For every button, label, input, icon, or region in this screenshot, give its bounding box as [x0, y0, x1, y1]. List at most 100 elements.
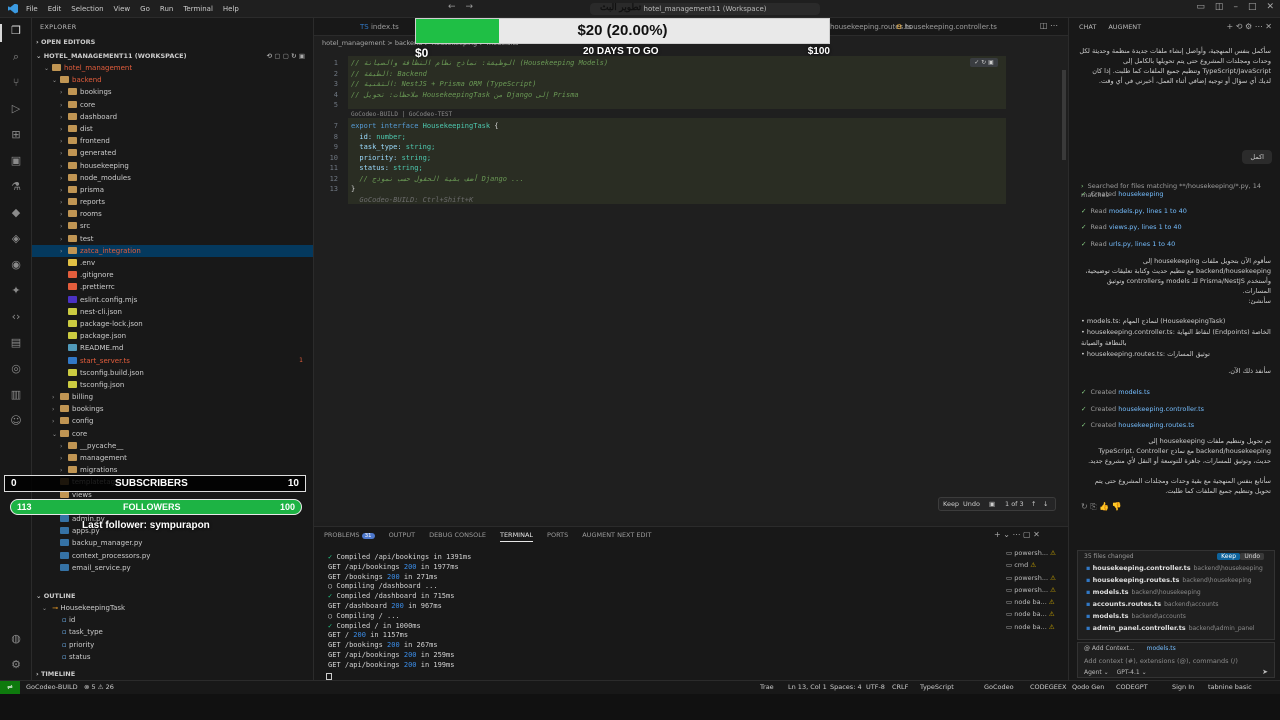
outline-root[interactable]: ⌄ ⊸ HousekeepingTask	[32, 602, 313, 614]
menu-view[interactable]: View	[114, 5, 131, 13]
tree-item[interactable]: › frontend	[32, 135, 313, 147]
menu-terminal[interactable]: Terminal	[183, 5, 213, 13]
docker-icon[interactable]: ▤	[8, 336, 24, 350]
remote-icon[interactable]: ⇌	[0, 681, 20, 694]
gitlens-icon[interactable]: ◉	[8, 258, 24, 272]
tree-item[interactable]: › config	[32, 415, 313, 427]
terminal-instance[interactable]: ▭ powersh... ⚠	[1006, 572, 1068, 584]
feedback-icons[interactable]: ↻ ⎘ 👍 👎	[1081, 502, 1122, 512]
tree-item[interactable]: package-lock.json	[32, 318, 313, 330]
forward-arrow-icon[interactable]: →	[466, 2, 474, 12]
status-gocodeo[interactable]: GoCodeo	[984, 681, 1014, 694]
tab-debug-console[interactable]: DEBUG CONSOLE	[429, 531, 486, 542]
tree-item[interactable]: .gitignore	[32, 269, 313, 281]
status-tabnine[interactable]: tabnine basic	[1208, 681, 1252, 694]
code-editor[interactable]: 1// الوظيفة: نماذج نظام النظافة والصيانة…	[314, 50, 1068, 522]
python-icon[interactable]: ◆	[8, 206, 24, 220]
diff-icon[interactable]: ▣	[989, 498, 995, 510]
tree-item[interactable]: › reports	[32, 196, 313, 208]
explorer-actions-icons[interactable]: ⟲ ▢ ▢ ↻ ▣	[267, 50, 305, 62]
changed-file[interactable]: ▪ models.ts backend\accounts	[1078, 610, 1274, 622]
send-icon[interactable]: ➤	[1262, 668, 1268, 676]
terminal-instance[interactable]: ▭ node ba... ⚠	[1006, 621, 1068, 633]
timeline-header[interactable]: › TIMELINE	[32, 668, 313, 680]
tree-item[interactable]: › __pycache__	[32, 440, 313, 452]
menu-go[interactable]: Go	[140, 5, 150, 13]
gocodeo-icon[interactable]: ✦	[8, 284, 24, 298]
tree-item[interactable]: › prisma	[32, 184, 313, 196]
explorer-icon[interactable]: ❐	[8, 24, 24, 38]
tree-item[interactable]: › dist	[32, 123, 313, 135]
codelens[interactable]: GoCodeo-BUILD | GoCodeo-TEST	[351, 110, 452, 121]
status-encoding[interactable]: UTF-8	[866, 681, 885, 694]
undo-button[interactable]: Undo	[963, 498, 980, 510]
layout-split-icon[interactable]: ◫	[1215, 2, 1224, 12]
status-position[interactable]: Ln 13, Col 1	[788, 681, 827, 694]
tree-item[interactable]: context_processors.py	[32, 550, 313, 562]
workspace-section[interactable]: ⌄ HOTEL_MANAGEMENT11 (WORKSPACE) ⟲ ▢ ▢ ↻…	[32, 50, 313, 62]
tree-item[interactable]: › bookings	[32, 86, 313, 98]
close-icon[interactable]: ✕	[1266, 2, 1274, 12]
tree-item[interactable]: › src	[32, 220, 313, 232]
tree-item[interactable]: tsconfig.json	[32, 379, 313, 391]
tree-item[interactable]: package.json	[32, 330, 313, 342]
outline-header[interactable]: ⌄ OUTLINE	[32, 590, 313, 602]
search-icon[interactable]: ⌕	[8, 50, 24, 64]
changed-file[interactable]: ▪ housekeeping.controller.ts backend\hous…	[1078, 562, 1274, 574]
tab-housekeeping-controller[interactable]: ⚙ housekeeping.controller.ts	[896, 18, 997, 36]
smile-icon[interactable]: ☺	[8, 414, 24, 428]
terminal-instance[interactable]: ▭ powersh... ⚠	[1006, 584, 1068, 596]
outline-item[interactable]: ▫ task_type	[32, 626, 313, 638]
tree-item[interactable]: › housekeeping	[32, 160, 313, 172]
minimize-icon[interactable]: –	[1233, 2, 1238, 12]
editor-actions-icons[interactable]: ◫ ⋯	[1040, 21, 1058, 30]
tree-item[interactable]: start_server.ts 1	[32, 355, 313, 367]
tab-augment-next-edit[interactable]: AUGMENT NEXT EDIT	[582, 531, 651, 542]
tree-item[interactable]: › core	[32, 99, 313, 111]
tree-item[interactable]: .prettierrc	[32, 281, 313, 293]
testing-icon[interactable]: ⚗	[8, 180, 24, 194]
changed-file[interactable]: ▪ accounts.routes.ts backend\accounts	[1078, 598, 1274, 610]
inline-diff-actions[interactable]: ✓ ↻ ▣	[970, 58, 998, 67]
chat-icon[interactable]: ◎	[8, 362, 24, 376]
tree-item[interactable]: tsconfig.build.json	[32, 367, 313, 379]
tree-item[interactable]: › dashboard	[32, 111, 313, 123]
outline-item[interactable]: ▫ priority	[32, 639, 313, 651]
extensions-icon[interactable]: ⊞	[8, 128, 24, 142]
tab-index[interactable]: TS index.ts	[360, 18, 399, 36]
tree-item[interactable]: ⌄ hotel_management	[32, 62, 313, 74]
settings-gear-icon[interactable]: ⚙	[8, 658, 24, 672]
tab-output[interactable]: OUTPUT	[389, 531, 416, 542]
mode-selector[interactable]: Agent ⌄ GPT-4.1 ⌄	[1084, 669, 1147, 676]
tab-problems[interactable]: PROBLEMS 31	[324, 531, 375, 542]
remote-explorer-icon[interactable]: ▣	[8, 154, 24, 168]
outline-item[interactable]: ▫ status	[32, 651, 313, 663]
scrollbar[interactable]	[1062, 70, 1066, 160]
changed-file[interactable]: ▪ models.ts backend\housekeeping	[1078, 586, 1274, 598]
tab-ports[interactable]: PORTS	[547, 531, 568, 542]
undo-all-button[interactable]: Undo	[1240, 553, 1264, 560]
status-spaces[interactable]: Spaces: 4	[830, 681, 862, 694]
tree-item[interactable]: email_service.py	[32, 562, 313, 574]
tree-item[interactable]: › bookings	[32, 403, 313, 415]
menu-help[interactable]: Help	[223, 5, 239, 13]
status-eol[interactable]: CRLF	[892, 681, 908, 694]
status-branch[interactable]: GoCodeo-BUILD	[26, 681, 78, 694]
status-language[interactable]: TypeScript	[920, 681, 954, 694]
status-trae[interactable]: Trae	[760, 681, 774, 694]
layout-icon[interactable]: ▭	[1196, 2, 1205, 12]
tab-chat[interactable]: CHAT	[1079, 23, 1096, 31]
maximize-icon[interactable]: □	[1248, 2, 1257, 12]
arrow-down-icon[interactable]: ↓	[1043, 498, 1048, 510]
run-debug-icon[interactable]: ▷	[8, 102, 24, 116]
terminal-instance[interactable]: ▭ node ba... ⚠	[1006, 608, 1068, 620]
tree-item[interactable]: › test	[32, 233, 313, 245]
menu-edit[interactable]: Edit	[48, 5, 62, 13]
changed-file[interactable]: ▪ admin_panel.controller.ts backend\admin…	[1078, 622, 1274, 634]
tree-item[interactable]: › management	[32, 452, 313, 464]
code-icon[interactable]: ‹›	[8, 310, 24, 324]
tree-item[interactable]: › zatca_integration	[32, 244, 313, 257]
terminal-instance[interactable]: ▭ cmd ⚠	[1006, 559, 1068, 571]
keep-button[interactable]: Keep	[943, 498, 959, 510]
context-chip[interactable]: models.ts	[1147, 645, 1176, 652]
